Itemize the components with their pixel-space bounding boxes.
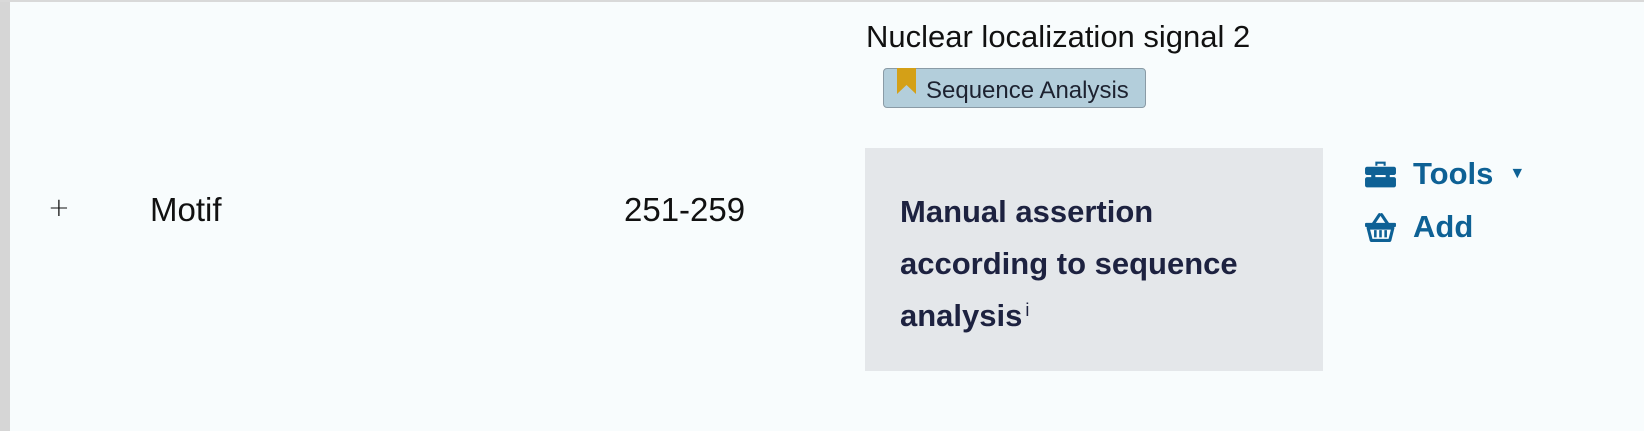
feature-type: Motif xyxy=(150,191,222,228)
tools-button[interactable]: Tools ▼ xyxy=(1364,154,1525,194)
add-button[interactable]: Add xyxy=(1364,207,1525,247)
toolbox-icon xyxy=(1365,161,1396,188)
feature-row: + Motif 251-259 Nuclear localization sig… xyxy=(10,2,1644,431)
evidence-text: Manual assertion according to sequence a… xyxy=(900,186,1303,342)
evidence-info-icon[interactable]: i xyxy=(1025,300,1029,320)
evidence-label: Manual assertion according to sequence a… xyxy=(900,194,1238,333)
sequence-analysis-tag[interactable]: Sequence Analysis xyxy=(883,68,1146,108)
plus-icon: + xyxy=(48,193,70,223)
feature-description-title: Nuclear localization signal 2 xyxy=(866,19,1251,54)
tag-label: Sequence Analysis xyxy=(926,77,1129,104)
feature-position: 251-259 xyxy=(624,191,746,228)
tools-label: Tools xyxy=(1413,156,1494,191)
chevron-down-icon: ▼ xyxy=(1509,165,1526,182)
add-label: Add xyxy=(1413,209,1474,244)
bookmark-icon xyxy=(897,68,916,94)
evidence-box: Manual assertion according to sequence a… xyxy=(865,148,1323,371)
basket-icon xyxy=(1365,213,1396,242)
expand-row-button[interactable]: + xyxy=(48,192,70,224)
row-actions: Tools ▼ Add xyxy=(1364,154,1525,260)
